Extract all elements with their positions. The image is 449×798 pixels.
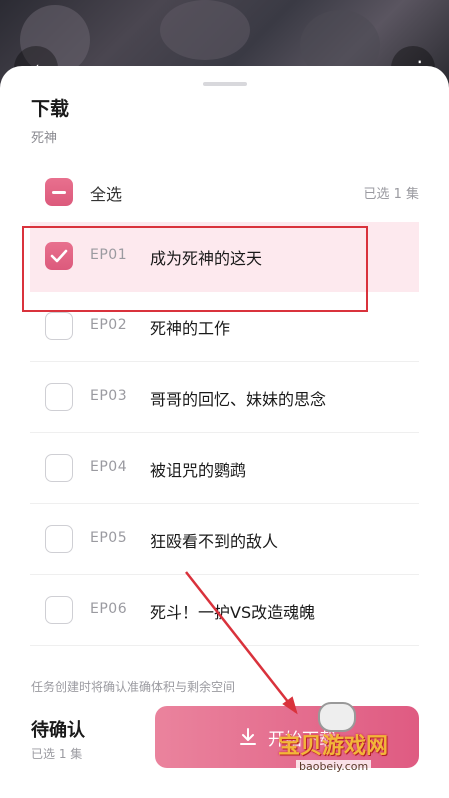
select-all-checkbox[interactable] — [45, 178, 73, 206]
episode-title: 被诅咒的鹦鹉 — [150, 461, 247, 480]
episode-row[interactable]: EP04 被诅咒的鹦鹉 — [30, 434, 419, 504]
watermark-text: 宝贝游戏网 — [278, 734, 389, 759]
download-icon — [240, 728, 256, 745]
episode-row[interactable]: EP05 狂殴看不到的敌人 — [30, 505, 419, 575]
drag-handle[interactable] — [203, 82, 247, 86]
episode-title: 死斗！一护VS改造魂魄 — [150, 603, 316, 622]
space-hint: 任务创建时将确认准确体积与剩余空间 — [31, 680, 236, 694]
episode-title: 哥哥的回忆、妹妹的思念 — [150, 390, 327, 409]
episode-number: EP04 — [90, 459, 128, 475]
sheet-title: 下载 — [31, 98, 70, 120]
sheet-subtitle: 死神 — [31, 131, 58, 146]
episode-number: EP05 — [90, 530, 128, 546]
episode-checkbox[interactable] — [45, 312, 73, 340]
select-all-label: 全选 — [90, 185, 123, 204]
episode-checkbox[interactable] — [45, 383, 73, 411]
episode-number: EP06 — [90, 601, 128, 617]
watermark-url: baobeiy.com — [296, 760, 372, 773]
minus-icon — [52, 190, 66, 194]
bg-figure — [160, 0, 250, 60]
watermark-logo: 宝贝游戏网 baobeiy.com — [270, 700, 420, 780]
episode-row[interactable]: EP06 死斗！一护VS改造魂魄 — [30, 576, 419, 646]
episode-title: 狂殴看不到的敌人 — [150, 532, 279, 551]
episode-title: 死神的工作 — [150, 319, 231, 338]
pending-count: 已选 1 集 — [31, 747, 83, 761]
episode-checkbox[interactable] — [45, 525, 73, 553]
episode-row[interactable]: EP03 哥哥的回忆、妹妹的思念 — [30, 363, 419, 433]
download-sheet: 下载 死神 全选 已选 1 集 EP01 成为死神的这天 EP02 死神的工作 … — [0, 66, 449, 798]
episode-number: EP03 — [90, 388, 128, 404]
pending-label: 待确认 — [31, 720, 85, 741]
episode-number: EP02 — [90, 317, 128, 333]
select-all-row[interactable]: 全选 已选 1 集 — [30, 158, 419, 228]
episode-checkbox[interactable] — [45, 454, 73, 482]
selected-count: 已选 1 集 — [363, 187, 419, 202]
annotation-highlight-box — [22, 226, 368, 312]
episode-checkbox[interactable] — [45, 596, 73, 624]
